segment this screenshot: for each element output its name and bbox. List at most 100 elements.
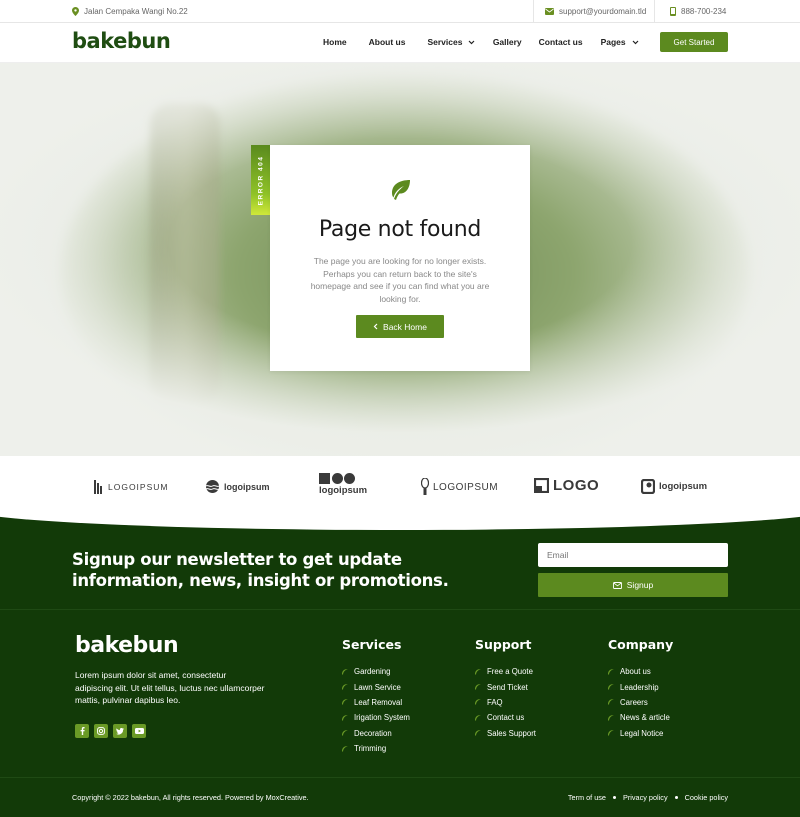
footer-curve <box>0 515 800 530</box>
chevron-down-icon <box>632 40 639 45</box>
get-started-button[interactable]: Get Started <box>660 32 728 52</box>
footer-link-label: Lawn Service <box>354 682 401 692</box>
nav-home[interactable]: Home <box>323 37 347 47</box>
newsletter-signup-button[interactable]: Signup <box>538 573 728 597</box>
newsletter-email-input[interactable] <box>538 543 728 567</box>
footer-divider <box>0 777 800 778</box>
footer-link[interactable]: Irigation System <box>342 710 410 725</box>
leaf-bullet-icon <box>475 730 481 737</box>
footer-link-label: Gardening <box>354 667 391 677</box>
square-logo-icon <box>641 479 655 494</box>
footer-link[interactable]: Careers <box>608 695 673 710</box>
leaf-bullet-icon <box>342 730 348 737</box>
address-info: Jalan Cempaka Wangi No.22 <box>72 7 188 16</box>
footer-logo[interactable]: bakebun <box>75 633 179 658</box>
instagram-link[interactable] <box>94 724 108 738</box>
twitter-icon <box>116 727 124 734</box>
footer-link[interactable]: Trimming <box>342 741 410 756</box>
chevron-left-icon <box>373 323 378 330</box>
phone-icon <box>670 7 676 16</box>
main-header: bakebun Home About us Services Gallery C… <box>0 23 800 63</box>
footer-link[interactable]: Leaf Removal <box>342 695 410 710</box>
footer-link-label: Legal Notice <box>620 728 664 738</box>
footer-link[interactable]: About us <box>608 664 673 679</box>
cookie-policy-link[interactable]: Cookie policy <box>685 793 728 802</box>
box-logo-icon <box>534 478 549 493</box>
leaf-bullet-icon <box>608 714 614 721</box>
footer-link[interactable]: Send Ticket <box>475 679 536 694</box>
error-card: Page not found The page you are looking … <box>270 145 530 371</box>
facebook-icon <box>80 727 85 735</box>
hero-section: ERROR 404 Page not found The page you ar… <box>0 63 800 456</box>
nav-services[interactable]: Services <box>427 37 475 47</box>
separator-dot <box>674 796 678 799</box>
chevron-down-icon <box>468 40 475 45</box>
leaf-bullet-icon <box>608 684 614 691</box>
privacy-policy-link[interactable]: Privacy policy <box>623 793 668 802</box>
footer-link-label: Free a Quote <box>487 667 533 677</box>
leaf-bullet-icon <box>608 699 614 706</box>
footer-link-label: Leaf Removal <box>354 697 403 707</box>
facebook-link[interactable] <box>75 724 89 738</box>
footer-link[interactable]: Free a Quote <box>475 664 536 679</box>
footer-link[interactable]: Leadership <box>608 679 673 694</box>
footer-description: Lorem ipsum dolor sit amet, consectetur … <box>75 670 265 705</box>
waves-logo-icon <box>205 480 220 493</box>
footer-link-label: Sales Support <box>487 728 536 738</box>
logo-text: bakebun <box>75 633 179 658</box>
nav-gallery[interactable]: Gallery <box>493 37 522 47</box>
partner-logo-text: LOGO <box>553 477 600 494</box>
phone-text[interactable]: 888-700-234 <box>681 7 726 16</box>
nav-about[interactable]: About us <box>369 37 406 47</box>
envelope-icon <box>545 8 554 15</box>
footer-column-support: Support Free a Quote Send Ticket FAQ Con… <box>475 637 536 741</box>
leaf-bullet-icon <box>475 684 481 691</box>
partner-logo-text: logoipsum <box>319 485 368 496</box>
footer-link[interactable]: Gardening <box>342 664 410 679</box>
back-home-button[interactable]: Back Home <box>356 315 444 338</box>
map-pin-icon <box>72 7 79 16</box>
leaf-bullet-icon <box>342 714 348 721</box>
address-text: Jalan Cempaka Wangi No.22 <box>84 7 188 16</box>
nav-label: Services <box>427 37 463 47</box>
footer-column-services: Services Gardening Lawn Service Leaf Rem… <box>342 637 410 756</box>
footer-link-label: Decoration <box>354 728 392 738</box>
logo-text: bakebun <box>72 29 171 53</box>
nav-pages[interactable]: Pages <box>601 37 639 47</box>
copyright-text: Copyright © 2022 bakebun, All rights res… <box>72 793 309 802</box>
footer-link[interactable]: News & article <box>608 710 673 725</box>
divider <box>533 0 534 23</box>
social-links <box>75 724 146 738</box>
divider <box>654 0 655 23</box>
footer-column-title: Support <box>475 637 532 652</box>
footer-link-label: Irigation System <box>354 713 410 723</box>
signup-label: Signup <box>626 580 654 590</box>
youtube-link[interactable] <box>132 724 146 738</box>
footer-link[interactable]: Decoration <box>342 726 410 741</box>
footer-link[interactable]: Legal Notice <box>608 726 673 741</box>
leaf-bullet-icon <box>342 699 348 706</box>
phone-info[interactable]: 888-700-234 <box>670 7 726 16</box>
leaf-bullet-icon <box>608 730 614 737</box>
leaf-bullet-icon <box>475 668 481 675</box>
footer-link-label: Leadership <box>620 682 659 692</box>
footer-link[interactable]: Lawn Service <box>342 679 410 694</box>
error-badge-label: ERROR 404 <box>257 155 264 205</box>
bulb-logo-icon <box>421 478 429 495</box>
email-info[interactable]: support@yourdomain.tld <box>545 7 646 16</box>
footer-link[interactable]: FAQ <box>475 695 536 710</box>
footer-link-label: Trimming <box>354 744 387 754</box>
term-of-use-link[interactable]: Term of use <box>568 793 606 802</box>
footer-link[interactable]: Contact us <box>475 710 536 725</box>
email-text[interactable]: support@yourdomain.tld <box>559 7 646 16</box>
partner-logo: logoipsum <box>319 473 367 496</box>
footer-link[interactable]: Sales Support <box>475 726 536 741</box>
twitter-link[interactable] <box>113 724 127 738</box>
partner-logo: LOGOIPSUM <box>94 480 168 494</box>
error-message: The page you are looking for no longer e… <box>310 256 490 304</box>
site-logo[interactable]: bakebun <box>72 29 171 53</box>
error-badge: ERROR 404 <box>251 145 270 215</box>
partner-logo-text: logoipsum <box>659 481 708 492</box>
legal-links: Term of use Privacy policy Cookie policy <box>568 793 728 802</box>
nav-contact[interactable]: Contact us <box>539 37 583 47</box>
